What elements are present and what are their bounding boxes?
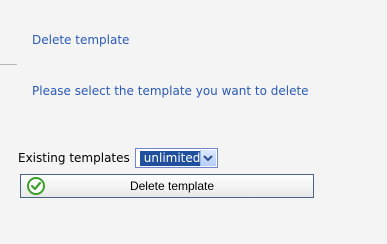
selected-template-value: unlimited [139, 151, 205, 166]
section-divider [0, 64, 17, 65]
dropdown-arrow-icon[interactable] [199, 150, 216, 166]
delete-template-button-label: Delete template [129, 179, 215, 193]
template-select[interactable]: unlimited [134, 148, 218, 168]
delete-template-button[interactable]: Delete template [20, 174, 314, 198]
delete-template-heading: Delete template [32, 33, 130, 47]
instruction-text: Please select the template you want to d… [32, 84, 309, 98]
existing-templates-label: Existing templates [18, 151, 130, 165]
existing-templates-row: Existing templates unlimited [18, 148, 218, 168]
